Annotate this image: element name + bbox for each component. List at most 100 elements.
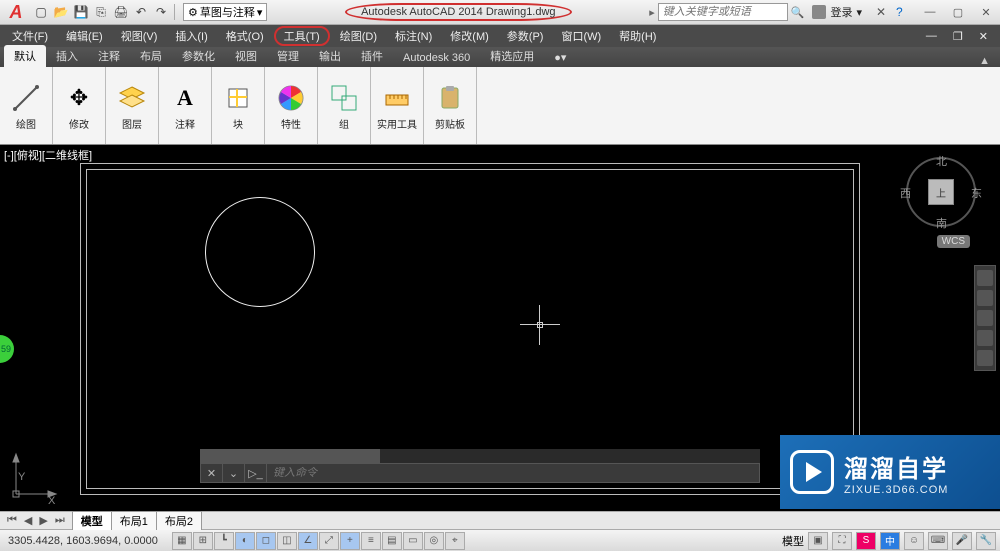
close-button[interactable]: ✕: [972, 1, 1000, 23]
qat-print-icon[interactable]: 🖨: [112, 3, 130, 21]
maximize-button[interactable]: ▢: [944, 1, 972, 23]
draw-line-button[interactable]: 绘图: [6, 82, 46, 131]
layer-button[interactable]: 图层: [112, 82, 152, 131]
doc-minimize-button[interactable]: —: [918, 28, 945, 45]
viewcube[interactable]: 上 北 南 西 东: [906, 157, 976, 227]
qat-save-icon[interactable]: 💾: [72, 3, 90, 21]
viewcube-east[interactable]: 东: [971, 185, 982, 201]
qat-redo-icon[interactable]: ↷: [152, 3, 170, 21]
ribbon-tab-default[interactable]: 默认: [4, 45, 46, 67]
ribbon-tab-addins[interactable]: 插件: [351, 45, 393, 67]
ribbon-tab-featured[interactable]: 精选应用: [480, 45, 544, 67]
menu-insert[interactable]: 插入(I): [167, 26, 215, 46]
tab-first-icon[interactable]: ⏮: [4, 514, 20, 527]
status-dyn-icon[interactable]: +: [340, 532, 360, 550]
measure-button[interactable]: 实用工具: [377, 82, 417, 131]
ribbon-tab-a360[interactable]: Autodesk 360: [393, 49, 480, 67]
horizontal-scrollbar[interactable]: [200, 449, 760, 463]
nav-fullnav-icon[interactable]: [977, 270, 993, 286]
menu-draw[interactable]: 绘图(D): [332, 26, 385, 46]
menu-window[interactable]: 窗口(W): [553, 26, 609, 46]
qat-open-icon[interactable]: 📂: [52, 3, 70, 21]
status-polar-icon[interactable]: ◐: [235, 532, 255, 550]
help-icon[interactable]: ?: [896, 5, 910, 19]
doc-restore-button[interactable]: ❐: [945, 28, 971, 45]
menu-tools[interactable]: 工具(T): [274, 26, 330, 46]
exchange-icon[interactable]: ✕: [876, 5, 890, 19]
app-logo[interactable]: A: [4, 0, 28, 24]
status-emoji-icon[interactable]: ☺: [904, 532, 924, 550]
doc-close-button[interactable]: ✕: [971, 28, 996, 45]
ribbon-tab-param[interactable]: 参数化: [172, 45, 225, 67]
block-button[interactable]: 块: [218, 82, 258, 131]
text-button[interactable]: A 注释: [165, 82, 205, 131]
properties-button[interactable]: 特性: [271, 82, 311, 131]
viewcube-south[interactable]: 南: [936, 215, 947, 231]
status-am-icon[interactable]: ⌖: [445, 532, 465, 550]
status-sc-icon[interactable]: ◎: [424, 532, 444, 550]
menu-format[interactable]: 格式(O): [218, 26, 272, 46]
status-otrack-icon[interactable]: ∠: [298, 532, 318, 550]
viewcube-face[interactable]: 上: [928, 179, 954, 205]
status-modelspace[interactable]: 模型: [782, 533, 804, 549]
status-keyboard-icon[interactable]: ⌨: [928, 532, 948, 550]
menu-help[interactable]: 帮助(H): [611, 26, 664, 46]
status-osnap-icon[interactable]: ◻: [256, 532, 276, 550]
ribbon-tab-manage[interactable]: 管理: [267, 45, 309, 67]
signin-area[interactable]: 登录 ▾: [812, 4, 862, 20]
status-mic-icon[interactable]: 🎤: [952, 532, 972, 550]
search-input[interactable]: [658, 3, 788, 21]
tab-layout2[interactable]: 布局2: [156, 511, 202, 530]
menu-view[interactable]: 视图(V): [113, 26, 166, 46]
nav-zoom-icon[interactable]: [977, 310, 993, 326]
viewcube-north[interactable]: 北: [936, 153, 947, 169]
qat-undo-icon[interactable]: ↶: [132, 3, 150, 21]
paste-button[interactable]: 剪贴板: [430, 82, 470, 131]
status-snap-icon[interactable]: ▦: [172, 532, 192, 550]
status-3dosnap-icon[interactable]: ◫: [277, 532, 297, 550]
status-tpy-icon[interactable]: ▤: [382, 532, 402, 550]
tab-layout1[interactable]: 布局1: [111, 511, 157, 530]
status-scale-icon[interactable]: ⛶: [832, 532, 852, 550]
nav-pan-icon[interactable]: [977, 290, 993, 306]
menu-modify[interactable]: 修改(M): [442, 26, 497, 46]
status-grid-icon[interactable]: ⊞: [193, 532, 213, 550]
menu-dim[interactable]: 标注(N): [387, 26, 440, 46]
ribbon-tab-insert[interactable]: 插入: [46, 45, 88, 67]
menu-param[interactable]: 参数(P): [499, 26, 552, 46]
wcs-tag[interactable]: WCS: [937, 235, 970, 248]
ribbon-tab-annotate[interactable]: 注释: [88, 45, 130, 67]
status-lang-icon[interactable]: 中: [880, 532, 900, 550]
qat-saveas-icon[interactable]: ⎘: [92, 3, 110, 21]
status-tool-icon[interactable]: 🔧: [976, 532, 996, 550]
viewport-controls[interactable]: [-][俯视][二维线框]: [2, 147, 94, 163]
tab-next-icon[interactable]: ▶: [36, 514, 50, 527]
minimize-button[interactable]: —: [916, 1, 944, 23]
scrollbar-thumb[interactable]: [200, 449, 380, 463]
ribbon-tab-bullet[interactable]: ●▾: [544, 48, 576, 67]
tab-last-icon[interactable]: ⏭: [52, 514, 68, 527]
search-icon[interactable]: 🔍: [791, 6, 805, 19]
status-qp-icon[interactable]: ▭: [403, 532, 423, 550]
qat-new-icon[interactable]: ▢: [32, 3, 50, 21]
nav-showmotion-icon[interactable]: [977, 350, 993, 366]
menu-edit[interactable]: 编辑(E): [58, 26, 111, 46]
coordinates-readout[interactable]: 3305.4428, 1603.9694, 0.0000: [0, 535, 166, 547]
status-qv-icon[interactable]: ▣: [808, 532, 828, 550]
ucs-icon[interactable]: Y X: [8, 452, 58, 505]
comm-center-tab[interactable]: 59: [0, 335, 14, 363]
ribbon-tab-view[interactable]: 视图: [225, 45, 267, 67]
command-input[interactable]: [267, 467, 759, 479]
ribbon-tab-layout[interactable]: 布局: [130, 45, 172, 67]
status-ime-icon[interactable]: S: [856, 532, 876, 550]
status-ortho-icon[interactable]: ┗: [214, 532, 234, 550]
workspace-dropdown[interactable]: ⚙ 草图与注释 ▾: [183, 3, 267, 21]
group-button[interactable]: 组: [324, 82, 364, 131]
ribbon-collapse-button[interactable]: ▲: [969, 55, 1000, 67]
viewcube-west[interactable]: 西: [900, 185, 911, 201]
drawn-circle[interactable]: [205, 197, 315, 307]
menu-file[interactable]: 文件(F): [4, 26, 56, 46]
tab-model[interactable]: 模型: [72, 511, 112, 530]
modify-button[interactable]: ✥ 修改: [59, 82, 99, 131]
status-ducs-icon[interactable]: ⤢: [319, 532, 339, 550]
